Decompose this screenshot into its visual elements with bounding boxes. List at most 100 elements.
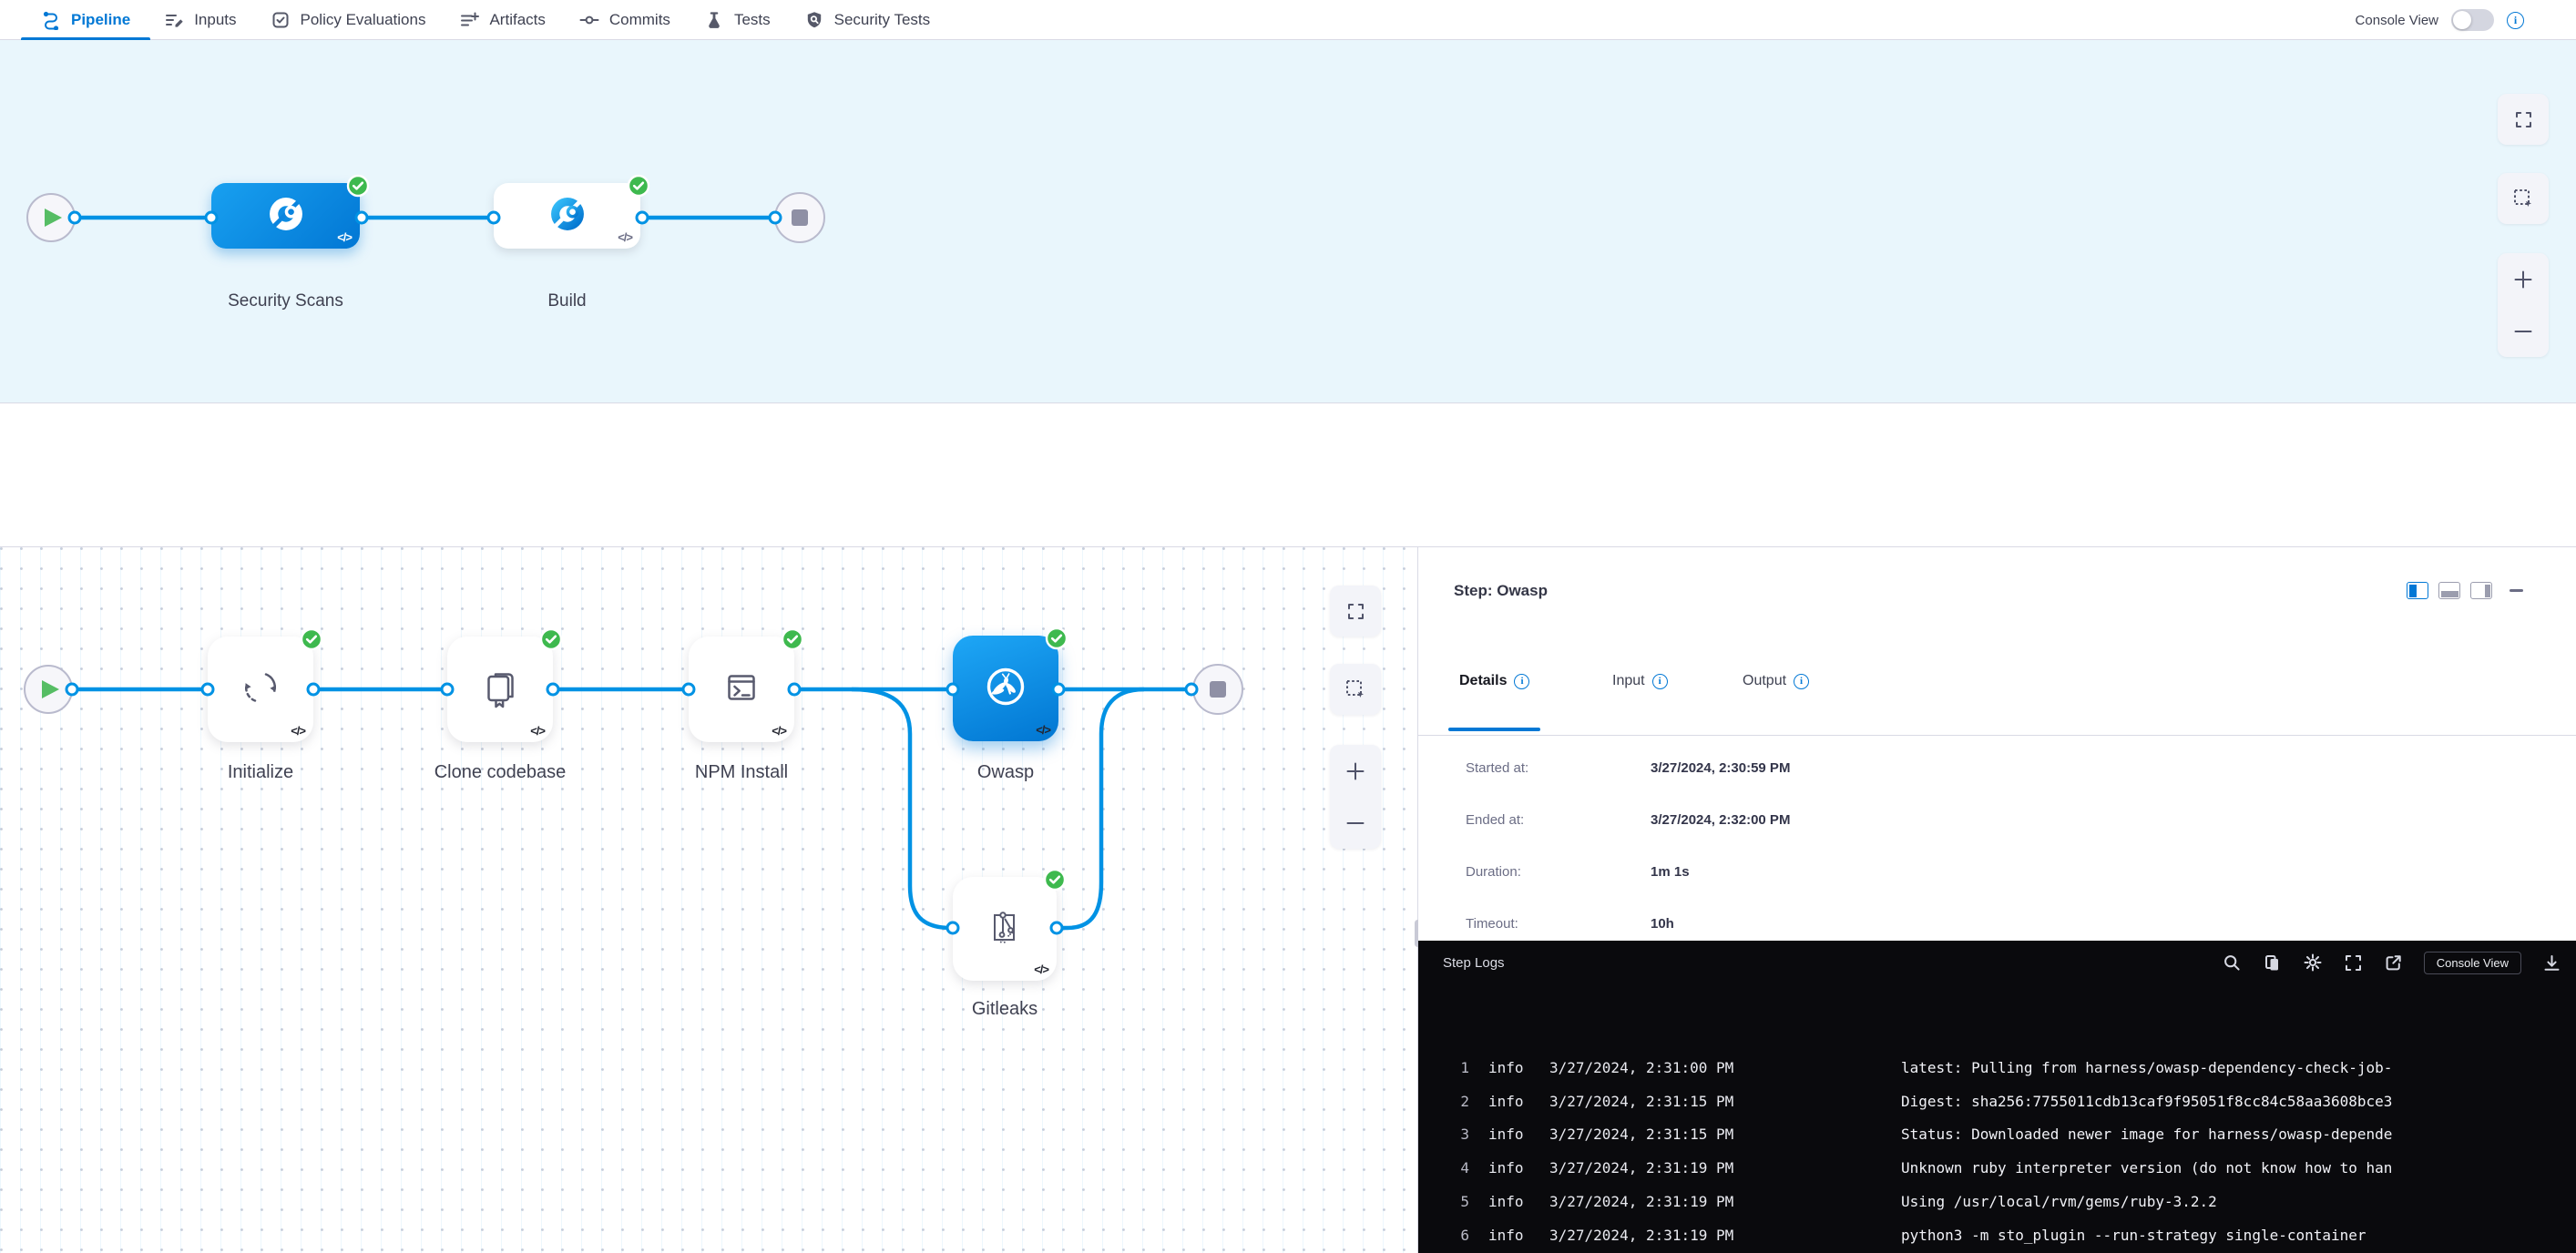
step-node-clone-codebase[interactable]: </> — [447, 637, 553, 742]
log-message: Digest: sha256:7755011cdb13caf9f95051f8c… — [1901, 1085, 2392, 1118]
tab-tests[interactable]: Tests — [704, 0, 771, 39]
log-level: info — [1488, 1052, 1524, 1085]
panel-layout-tools — [2407, 582, 2523, 599]
success-check-icon — [1043, 868, 1067, 891]
security-tests-icon — [804, 10, 824, 30]
step-label: Owasp — [977, 762, 1034, 783]
tab-label: Pipeline — [71, 11, 130, 29]
log-level: info — [1488, 1219, 1524, 1252]
stage-graph-canvas: </>Security Scans </>Build — [0, 40, 2576, 403]
fit-view-button[interactable] — [1330, 586, 1381, 637]
log-level: info — [1488, 1085, 1524, 1118]
tab-label: Tests — [734, 11, 771, 29]
code-icon: </> — [1036, 723, 1050, 737]
detail-row: Ended at:3/27/2024, 2:32:00 PM — [1418, 812, 2576, 840]
tab-label: Security Tests — [834, 11, 931, 29]
tab-label: Details — [1459, 673, 1507, 689]
log-time: 3/27/2024, 2:31:19 PM — [1549, 1186, 1733, 1218]
tab-output[interactable]: Outputi — [1743, 673, 1809, 689]
log-line: 5 info 3/27/2024, 2:31:19 PM Using /usr/loc… — [1418, 1186, 2576, 1218]
marquee-select-button[interactable] — [1330, 664, 1381, 715]
code-icon: </> — [291, 724, 305, 738]
tab-label: Policy Evaluations — [301, 11, 426, 29]
top-nav-tabs: Pipeline Inputs Policy Evaluations Artifact… — [0, 0, 930, 39]
minimize-panel-button[interactable] — [2510, 589, 2523, 592]
tab-policy-evaluations[interactable]: Policy Evaluations — [271, 0, 426, 39]
step-node-gitleaks[interactable]: </> — [953, 877, 1057, 981]
log-level: info — [1488, 1118, 1524, 1151]
tab-input[interactable]: Inputi — [1612, 673, 1668, 689]
log-num: 5 — [1446, 1186, 1469, 1218]
tab-details[interactable]: Details i — [1459, 673, 1529, 689]
zoom-controls — [1330, 745, 1381, 849]
step-label: NPM Install — [695, 762, 788, 783]
step-panel-tabs: DetailsiInputiOutputi — [1418, 649, 2576, 736]
edge-connector-dot — [946, 922, 960, 935]
log-message: Using /usr/local/rvm/gems/ruby-3.2.2 — [1901, 1186, 2217, 1218]
copy-icon[interactable] — [2263, 953, 2282, 973]
detail-row: Timeout: 10h — [1418, 916, 2576, 943]
top-nav-right: Console View i — [2356, 0, 2524, 40]
info-icon[interactable]: i — [2507, 12, 2524, 29]
search-icon[interactable] — [2223, 953, 2242, 973]
edge-connector-dot — [788, 683, 802, 697]
success-check-icon — [627, 174, 650, 198]
edge-connector-dot — [636, 211, 649, 225]
zoom-out-button[interactable] — [1330, 800, 1381, 846]
detail-label: Timeout: — [1466, 916, 1518, 932]
layout-right-third-button[interactable] — [2470, 582, 2492, 599]
log-time: 3/27/2024, 2:31:19 PM — [1549, 1152, 1733, 1185]
info-icon[interactable]: i — [1652, 674, 1668, 689]
marquee-select-button[interactable] — [2498, 173, 2549, 224]
edge-connector-dot — [769, 211, 782, 225]
stage-node-build[interactable]: </> — [494, 183, 640, 249]
edge-connector-dot — [68, 211, 82, 225]
tab-label: Commits — [609, 11, 670, 29]
log-num: 4 — [1446, 1152, 1469, 1185]
log-level: info — [1488, 1186, 1524, 1218]
gear-icon[interactable] — [2303, 952, 2323, 973]
edge-connector-dot — [1185, 683, 1199, 697]
step-logs-panel: Step Logs Console View 1 info 3/27/2024, 2… — [1418, 941, 2576, 1253]
detail-value: 1m 1s — [1651, 864, 1690, 880]
edge-connector-dot — [946, 683, 960, 697]
tab-pipeline[interactable]: Pipeline — [41, 0, 130, 39]
fit-view-button[interactable] — [2498, 94, 2549, 145]
zoom-in-button[interactable] — [1330, 749, 1381, 794]
log-line: 1info3/27/2024, 2:31:00 PMlatest: Pullin… — [1418, 1052, 2576, 1085]
external-link-icon[interactable] — [2384, 953, 2403, 973]
pipeline-execution-page: Pipeline Inputs Policy Evaluations Artifact… — [0, 0, 2576, 1253]
layout-right-panel-button[interactable] — [2407, 582, 2428, 599]
stage-label: Security Scans — [228, 291, 343, 311]
step-logs-title: Step Logs — [1443, 955, 1505, 971]
expand-icon[interactable] — [2344, 953, 2363, 973]
layout-bottom-panel-button[interactable] — [2438, 582, 2460, 599]
step-node-npm-install[interactable]: </> — [689, 637, 794, 742]
step-logs-header: Step Logs Console View — [1418, 941, 2576, 984]
tab-commits[interactable]: Commits — [579, 0, 670, 39]
console-view-button[interactable]: Console View — [2424, 952, 2521, 974]
zoom-in-button[interactable] — [2498, 257, 2549, 302]
detail-value: 10h — [1651, 916, 1674, 932]
zoom-out-button[interactable] — [2498, 309, 2549, 354]
log-time: 3/27/2024, 2:31:00 PM — [1549, 1052, 1733, 1085]
tab-security-tests[interactable]: Security Tests — [804, 0, 931, 39]
console-view-toggle[interactable] — [2451, 9, 2494, 31]
tab-inputs[interactable]: Inputs — [164, 0, 236, 39]
stage-node-security-scans[interactable]: </> — [211, 183, 360, 249]
info-icon[interactable]: i — [1794, 674, 1809, 689]
tab-artifacts[interactable]: Artifacts — [459, 0, 545, 39]
ci-stage-icon — [547, 193, 588, 239]
detail-row: Duration:1m 1s — [1418, 864, 2576, 891]
inputs-icon — [164, 10, 184, 30]
clone-codebase-icon — [478, 666, 522, 714]
edge-connector-dot — [66, 683, 79, 697]
console-view-label: Console View — [2356, 13, 2438, 28]
download-icon[interactable] — [2542, 953, 2561, 973]
step-node-initialize[interactable]: </> — [208, 637, 313, 742]
info-icon[interactable]: i — [1514, 674, 1529, 689]
edge-connector-dot — [201, 683, 215, 697]
log-num: 1 — [1446, 1052, 1469, 1085]
log-line: 6info3/27/2024, 2:31:19 PMpython3 -m sto… — [1418, 1219, 2576, 1252]
step-node-owasp[interactable]: </> — [953, 636, 1058, 741]
